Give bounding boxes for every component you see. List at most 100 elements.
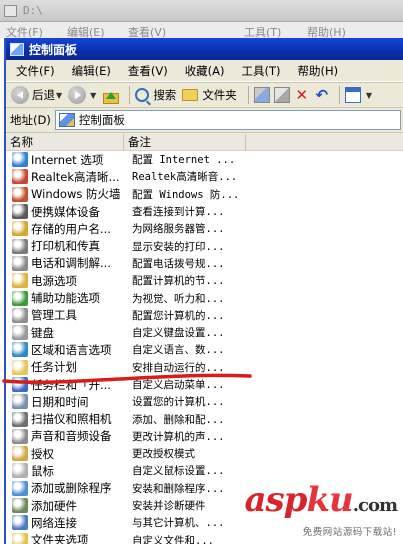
admin-tools-icon: [12, 307, 28, 323]
folder-options-icon: [12, 532, 28, 544]
scanner-icon: [12, 411, 28, 427]
list-item[interactable]: 任务栏和「开... 自定义启动菜单...: [6, 376, 403, 393]
list-item-name: 电话和调制解...: [31, 256, 111, 271]
background-window-menubar: 文件(F) 编辑(E) 查看(V) 工具(T) 帮助(H): [0, 22, 403, 39]
folders-button[interactable]: 文件夹: [182, 87, 237, 103]
control-panel-icon: [58, 113, 75, 127]
list-item-name-cell: 辅助功能选项: [6, 290, 128, 306]
forward-arrow-icon: [68, 86, 87, 104]
list-item[interactable]: Realtek高清晰... Realtek高清晰音...: [6, 168, 403, 185]
up-folder-icon[interactable]: [102, 87, 120, 104]
chevron-down-icon[interactable]: ▼: [366, 91, 372, 100]
menubar: 文件(F) 编辑(E) 查看(V) 收藏(A) 工具(T) 帮助(H): [6, 60, 403, 82]
watermark-logo: aspku.com: [244, 480, 398, 520]
list-item-name-cell: 键盘: [6, 325, 128, 341]
menu-favorites[interactable]: 收藏(A): [185, 63, 225, 79]
list-item[interactable]: 打印机和传真 显示安装的打印...: [6, 237, 403, 254]
list-item-name-cell: 网络连接: [6, 515, 128, 531]
chevron-down-icon[interactable]: ▼: [56, 91, 62, 100]
column-header-name[interactable]: 名称: [6, 134, 124, 150]
network-icon: [12, 515, 28, 531]
watermark-subtitle: 免费网站源码下载站!: [302, 527, 397, 538]
list-item[interactable]: 存储的用户名... 为网络服务器管...: [6, 220, 403, 237]
menu-file[interactable]: 文件(F): [16, 63, 55, 79]
list-item-name-cell: Windows 防火墙: [6, 186, 128, 202]
list-item-note: 自定义启动菜单...: [132, 379, 225, 391]
window-titlebar[interactable]: 控制面板: [6, 38, 403, 60]
list-item[interactable]: 管理工具 配置您计算机的...: [6, 307, 403, 324]
list-item[interactable]: Internet 选项 配置 Internet ...: [6, 151, 403, 168]
list-item[interactable]: 电源选项 配置计算机的节...: [6, 272, 403, 289]
list-item[interactable]: 电话和调制解... 配置电话拨号规...: [6, 255, 403, 272]
key-icon: [12, 221, 28, 237]
list-item-name-cell: 区域和语言选项: [6, 342, 128, 358]
clock-icon: [12, 394, 28, 410]
list-item-name: 日期和时间: [31, 394, 89, 409]
list-item-name-cell: 日期和时间: [6, 394, 128, 410]
views-icon[interactable]: [344, 87, 361, 103]
list-item-note: 安排自动运行的...: [132, 361, 225, 374]
menu-help[interactable]: 帮助(H): [298, 63, 339, 79]
list-item[interactable]: 便携媒体设备 查看连接到计算...: [6, 203, 403, 220]
list-item[interactable]: 辅助功能选项 为视觉、听力和...: [6, 289, 403, 306]
list-item-name-cell: 鼠标: [6, 463, 128, 479]
list-item[interactable]: 任务计划 安排自动运行的...: [6, 359, 403, 376]
list-item-name-cell: 打印机和传真: [6, 238, 128, 254]
list-item-name: 添加或删除程序: [31, 481, 112, 496]
list-item-name-cell: Internet 选项: [6, 152, 128, 168]
menu-tools[interactable]: 工具(T): [242, 63, 281, 79]
list-item[interactable]: 键盘 自定义键盘设置...: [6, 324, 403, 341]
delete-icon[interactable]: ✕: [294, 87, 310, 103]
menu-view[interactable]: 查看(V): [128, 63, 168, 79]
watermark: aspku.com 免费网站源码下载站!: [244, 480, 398, 538]
list-item-name: Windows 防火墙: [31, 187, 121, 202]
list-item-note: 添加、删除和配...: [132, 413, 225, 426]
list-item-name: 声音和音频设备: [31, 429, 112, 444]
list-item-name: 扫描仪和照相机: [31, 412, 112, 427]
back-arrow-icon: [11, 86, 29, 104]
list-item-note: 查看连接到计算...: [132, 206, 225, 219]
list-item-name: Realtek高清晰...: [31, 169, 120, 184]
mouse-icon: [12, 463, 28, 479]
chevron-down-icon[interactable]: ▼: [90, 91, 96, 100]
list-item-note: 设置您的计算机...: [132, 396, 225, 409]
column-header-filler: [246, 134, 403, 150]
list-item-note: 配置 Windows 防...: [132, 188, 240, 201]
search-button[interactable]: 搜索: [135, 87, 176, 103]
control-panel-icon: [10, 42, 24, 56]
list-item-note: 配置您计算机的...: [132, 309, 225, 322]
list-item-name: 区域和语言选项: [31, 342, 112, 357]
list-item-name: 任务栏和「开...: [31, 377, 111, 392]
list-item-name-cell: 电源选项: [6, 273, 128, 289]
address-value: 控制面板: [78, 113, 125, 127]
back-button[interactable]: 后退 ▼: [11, 86, 62, 104]
list-item-name-cell: 便携媒体设备: [6, 204, 128, 220]
forward-button[interactable]: ▼: [68, 86, 96, 104]
accessibility-icon: [12, 290, 28, 306]
address-input[interactable]: 控制面板: [54, 110, 401, 130]
copy-to-icon[interactable]: [273, 87, 290, 103]
list-item-name-cell: 任务计划: [6, 359, 128, 375]
list-item[interactable]: 声音和音频设备 更改计算机的声...: [6, 428, 403, 445]
list-item-name: Internet 选项: [31, 152, 104, 167]
phone-icon: [12, 255, 28, 271]
list-item[interactable]: 区域和语言选项 自定义语言、数...: [6, 341, 403, 358]
region-icon: [12, 342, 28, 358]
list-item[interactable]: 日期和时间 设置您的计算机...: [6, 393, 403, 410]
menu-edit[interactable]: 编辑(E): [72, 63, 111, 79]
column-header-note[interactable]: 备注: [124, 134, 246, 150]
list-header: 名称 备注: [6, 134, 403, 151]
list-item[interactable]: 鼠标 自定义鼠标设置...: [6, 462, 403, 479]
list-item[interactable]: Windows 防火墙 配置 Windows 防...: [6, 186, 403, 203]
background-window-titlebar[interactable]: D:\: [0, 0, 403, 22]
list-item-note: 自定义鼠标设置...: [132, 465, 225, 478]
list-item-name-cell: 文件夹选项: [6, 532, 128, 544]
toolbar-separator: [129, 86, 131, 104]
list-item-name-cell: 任务栏和「开...: [6, 377, 128, 393]
list-item[interactable]: 授权 更改授权模式: [6, 445, 403, 462]
sound-icon: [12, 428, 28, 444]
undo-icon[interactable]: ↶: [314, 87, 330, 103]
toolbar-separator: [247, 86, 249, 104]
list-item[interactable]: 扫描仪和照相机 添加、删除和配...: [6, 410, 403, 427]
move-to-icon[interactable]: [253, 87, 270, 103]
